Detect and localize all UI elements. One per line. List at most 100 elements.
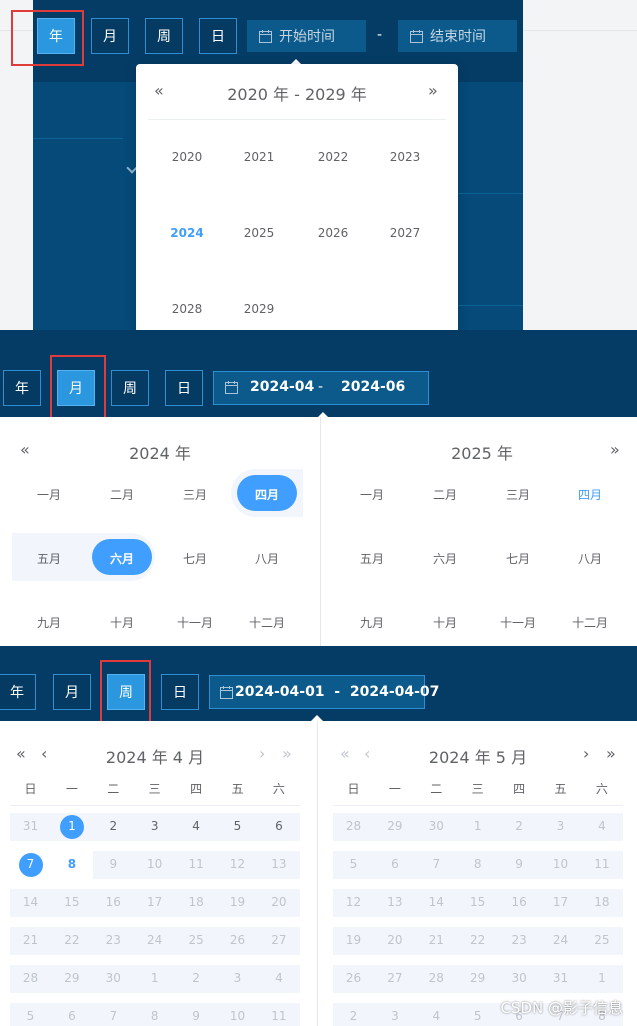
month-cell[interactable]: 八月 xyxy=(554,550,626,567)
next-year-button[interactable]: » xyxy=(606,744,616,763)
year-mode-button[interactable]: 年 xyxy=(0,674,36,710)
day-cell[interactable]: 5 xyxy=(217,819,258,833)
day-cell-selected[interactable]: 7 xyxy=(10,857,51,871)
day-cell-disabled[interactable]: 24 xyxy=(134,933,175,947)
day-cell-disabled[interactable]: 25 xyxy=(176,933,217,947)
prev-year-button[interactable]: « xyxy=(16,744,26,763)
day-cell-disabled[interactable]: 18 xyxy=(176,895,217,909)
day-cell-disabled[interactable]: 3 xyxy=(217,971,258,985)
month-cell-current[interactable]: 四月 xyxy=(554,486,626,503)
day-cell-disabled[interactable]: 11 xyxy=(258,1009,299,1023)
day-cell-disabled[interactable]: 8 xyxy=(134,1009,175,1023)
month-mode-button[interactable]: 月 xyxy=(91,18,129,54)
year-cell[interactable]: 2025 xyxy=(222,226,296,240)
month-cell[interactable]: 一月 xyxy=(336,486,408,503)
day-cell-disabled[interactable]: 2 xyxy=(176,971,217,985)
prev-year-button[interactable]: « xyxy=(20,440,30,459)
month-cell[interactable]: 十月 xyxy=(86,614,158,631)
month-cell[interactable]: 十一月 xyxy=(159,614,231,631)
day-cell-disabled[interactable]: 1 xyxy=(134,971,175,985)
year-cell[interactable]: 2026 xyxy=(296,226,370,240)
month-cell[interactable]: 九月 xyxy=(336,614,408,631)
year-cell[interactable]: 2020 xyxy=(150,150,224,164)
day-cell-disabled[interactable]: 16 xyxy=(93,895,134,909)
day-cell-disabled[interactable]: 14 xyxy=(10,895,51,909)
month-range-input[interactable]: 2024-04 - 2024-06 xyxy=(213,371,429,405)
month-cell[interactable]: 三月 xyxy=(482,486,554,503)
day-cell-disabled[interactable]: 4 xyxy=(258,971,299,985)
day-cell-disabled[interactable]: 7 xyxy=(93,1009,134,1023)
day-cell[interactable]: 6 xyxy=(258,819,299,833)
day-mode-button[interactable]: 日 xyxy=(199,18,237,54)
day-cell-disabled[interactable]: 21 xyxy=(10,933,51,947)
year-mode-button[interactable]: 年 xyxy=(3,370,41,406)
day-cell-disabled[interactable]: 13 xyxy=(258,857,299,871)
week-mode-button[interactable]: 周 xyxy=(145,18,183,54)
prev-month-button[interactable]: ‹ xyxy=(41,744,47,763)
day-mode-button[interactable]: 日 xyxy=(165,370,203,406)
day-cell[interactable]: 2 xyxy=(93,819,134,833)
day-cell-disabled[interactable]: 15 xyxy=(51,895,92,909)
day-cell-disabled[interactable]: 10 xyxy=(134,857,175,871)
day-cell-disabled[interactable]: 9 xyxy=(176,1009,217,1023)
year-cell[interactable]: 2029 xyxy=(222,302,296,316)
prev-decade-button[interactable]: « xyxy=(154,81,164,100)
week-mode-button[interactable]: 周 xyxy=(111,370,149,406)
year-picker-popover: « 2020 年 - 2029 年 » 2020 2021 2022 2023 … xyxy=(136,64,458,334)
month-cell[interactable]: 九月 xyxy=(13,614,85,631)
start-time-input[interactable]: 开始时间 xyxy=(247,20,366,52)
next-year-button[interactable]: » xyxy=(610,440,620,459)
day-cell-disabled[interactable]: 20 xyxy=(258,895,299,909)
day-cell-disabled[interactable]: 22 xyxy=(51,933,92,947)
month-cell[interactable]: 七月 xyxy=(159,550,231,567)
day-cell-disabled[interactable]: 23 xyxy=(93,933,134,947)
day-cell-disabled[interactable]: 31 xyxy=(10,819,51,833)
month-mode-button[interactable]: 月 xyxy=(53,674,91,710)
day-cell-disabled[interactable]: 11 xyxy=(176,857,217,871)
month-cell[interactable]: 五月 xyxy=(336,550,408,567)
day-cell-disabled[interactable]: 12 xyxy=(217,857,258,871)
month-cell-range-end[interactable]: 六月 xyxy=(86,550,158,567)
month-cell[interactable]: 七月 xyxy=(482,550,554,567)
month-cell[interactable]: 十二月 xyxy=(554,614,626,631)
day-cell[interactable]: 4 xyxy=(176,819,217,833)
week-range-input[interactable]: 2024-04-01 - 2024-04-07 xyxy=(209,675,439,709)
day-cell-today[interactable]: 8 xyxy=(51,857,92,871)
day-cell-disabled[interactable]: 9 xyxy=(93,857,134,871)
weekday-header: 六 xyxy=(272,782,285,796)
day-cell-disabled[interactable]: 28 xyxy=(10,971,51,985)
day-mode-button[interactable]: 日 xyxy=(161,674,199,710)
month-cell-range-start[interactable]: 四月 xyxy=(231,486,303,503)
range-end-value: 2024-06 xyxy=(341,379,406,395)
day-cell-disabled[interactable]: 6 xyxy=(51,1009,92,1023)
year-cell[interactable]: 2022 xyxy=(296,150,370,164)
day-cell-disabled[interactable]: 5 xyxy=(10,1009,51,1023)
year-cell[interactable]: 2021 xyxy=(222,150,296,164)
day-cell[interactable]: 3 xyxy=(134,819,175,833)
month-cell[interactable]: 十月 xyxy=(409,614,481,631)
year-cell[interactable]: 2023 xyxy=(368,150,442,164)
year-cell-current[interactable]: 2024 xyxy=(150,226,224,240)
month-cell[interactable]: 五月 xyxy=(13,550,85,567)
day-cell-disabled[interactable]: 26 xyxy=(217,933,258,947)
day-cell-disabled[interactable]: 17 xyxy=(134,895,175,909)
day-cell-disabled[interactable]: 19 xyxy=(217,895,258,909)
year-cell[interactable]: 2028 xyxy=(150,302,224,316)
month-cell[interactable]: 一月 xyxy=(13,486,85,503)
day-cell-disabled[interactable]: 29 xyxy=(51,971,92,985)
month-cell[interactable]: 二月 xyxy=(86,486,158,503)
day-cell-disabled[interactable]: 27 xyxy=(258,933,299,947)
year-cell[interactable]: 2027 xyxy=(368,226,442,240)
day-cell-disabled[interactable]: 30 xyxy=(93,971,134,985)
month-cell[interactable]: 八月 xyxy=(231,550,303,567)
month-cell[interactable]: 二月 xyxy=(409,486,481,503)
day-cell-selected[interactable]: 1 xyxy=(51,819,92,833)
next-month-button[interactable]: › xyxy=(583,744,589,763)
end-time-input[interactable]: 结束时间 xyxy=(398,20,517,52)
day-cell-disabled[interactable]: 10 xyxy=(217,1009,258,1023)
month-cell[interactable]: 六月 xyxy=(409,550,481,567)
month-cell[interactable]: 三月 xyxy=(159,486,231,503)
next-decade-button[interactable]: » xyxy=(428,81,438,100)
month-cell[interactable]: 十一月 xyxy=(482,614,554,631)
month-cell[interactable]: 十二月 xyxy=(231,614,303,631)
